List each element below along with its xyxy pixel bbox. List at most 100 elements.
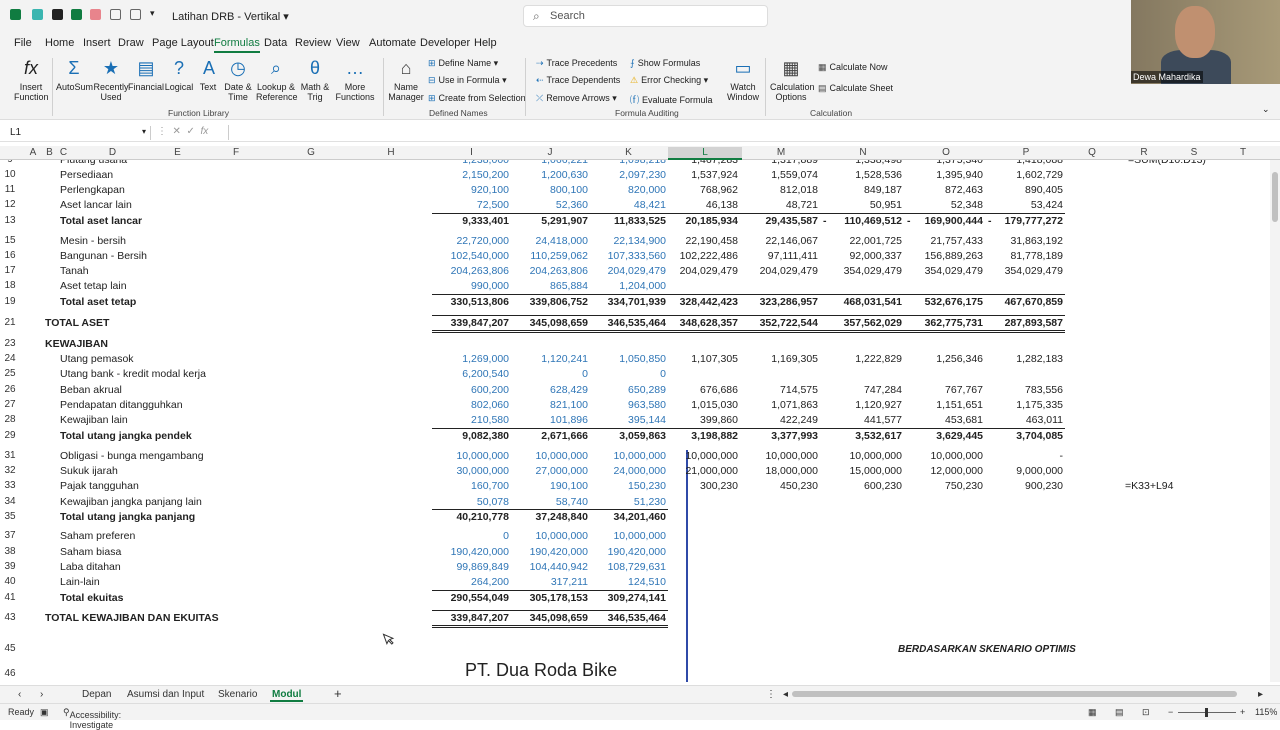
cell-i-34[interactable]: 50,078 xyxy=(477,496,509,508)
sheet-tab-asumsi-dan-input[interactable]: Asumsi dan Input xyxy=(127,689,204,700)
cell-i-41[interactable]: 290,554,049 xyxy=(451,592,509,604)
cell-o-11[interactable]: 872,463 xyxy=(945,184,983,196)
vertical-scrollbar[interactable] xyxy=(1270,160,1280,682)
zoom-slider-thumb[interactable] xyxy=(1205,708,1208,717)
cell-o-28[interactable]: 453,681 xyxy=(945,414,983,426)
cell-o-31[interactable]: 10,000,000 xyxy=(930,450,983,462)
cell-o-12[interactable]: 52,348 xyxy=(951,199,983,211)
cell-l-13[interactable]: 20,185,934 xyxy=(685,215,738,227)
cell-k-39[interactable]: 108,729,631 xyxy=(608,561,666,573)
cell-m-21[interactable]: 352,722,544 xyxy=(760,317,818,329)
row-label[interactable]: Saham preferen xyxy=(60,530,135,542)
remove-arrows-button[interactable]: ⤫ Remove Arrows ▾ xyxy=(536,93,617,104)
cell-i-25[interactable]: 6,200,540 xyxy=(462,368,509,380)
row-header[interactable]: 38 xyxy=(0,546,20,557)
cell-l-27[interactable]: 1,015,030 xyxy=(691,399,738,411)
cell-k-32[interactable]: 24,000,000 xyxy=(613,465,666,477)
cell-o-21[interactable]: 362,775,731 xyxy=(925,317,983,329)
cell-l-28[interactable]: 399,860 xyxy=(700,414,738,426)
row-label[interactable]: Saham biasa xyxy=(60,546,121,558)
horizontal-scroll-thumb[interactable] xyxy=(792,691,1237,697)
lib-button-text[interactable]: A Text xyxy=(197,56,219,92)
cell-m-32[interactable]: 18,000,000 xyxy=(765,465,818,477)
cell-p-24[interactable]: 1,282,183 xyxy=(1016,353,1063,365)
next-sheet-icon[interactable]: › xyxy=(40,689,43,700)
row-header[interactable]: 37 xyxy=(0,530,20,541)
cell-j-16[interactable]: 110,259,062 xyxy=(530,250,588,262)
cell-j-39[interactable]: 104,440,942 xyxy=(530,561,588,573)
cell-n-10[interactable]: 1,528,536 xyxy=(855,169,902,181)
column-header-r[interactable]: R xyxy=(1118,147,1170,158)
row-header[interactable]: 29 xyxy=(0,430,20,441)
green-icon[interactable] xyxy=(71,9,82,20)
cell-j-24[interactable]: 1,120,241 xyxy=(541,353,588,365)
cell-o-27[interactable]: 1,151,651 xyxy=(936,399,983,411)
cell-p-19[interactable]: 467,670,859 xyxy=(1005,296,1063,308)
row-label[interactable]: KEWAJIBAN xyxy=(45,338,108,350)
row-header[interactable]: 16 xyxy=(0,250,20,261)
cell-k-9[interactable]: 1,098,218 xyxy=(619,160,666,166)
row-label[interactable]: Total aset lancar xyxy=(60,215,142,227)
cell-n-29[interactable]: 3,532,617 xyxy=(855,430,902,442)
normal-view-icon[interactable]: ▦ xyxy=(1088,707,1097,718)
save-icon[interactable] xyxy=(52,9,63,20)
cell-j-37[interactable]: 10,000,000 xyxy=(535,530,588,542)
cell-i-16[interactable]: 102,540,000 xyxy=(451,250,509,262)
scroll-left-icon[interactable]: ◂ xyxy=(783,689,788,700)
watch-window-button[interactable]: ▭ Watch Window xyxy=(726,56,760,102)
cell-o-9[interactable]: 1,375,340 xyxy=(936,160,983,166)
cell-m-26[interactable]: 714,575 xyxy=(780,384,818,396)
column-header-j[interactable]: J xyxy=(511,147,589,158)
cell-l-33[interactable]: 300,230 xyxy=(700,480,738,492)
cell-j-13[interactable]: 5,291,907 xyxy=(541,215,588,227)
menu-data[interactable]: Data xyxy=(264,37,287,49)
row-header[interactable]: 26 xyxy=(0,384,20,395)
cell-n-33[interactable]: 600,230 xyxy=(864,480,902,492)
cell-i-32[interactable]: 30,000,000 xyxy=(456,465,509,477)
cell-l-11[interactable]: 768,962 xyxy=(700,184,738,196)
menu-review[interactable]: Review xyxy=(295,37,331,49)
sheet-tab-modul[interactable]: Modul xyxy=(270,689,304,702)
column-header-a[interactable]: A xyxy=(24,147,42,158)
row-label[interactable]: Sukuk ijarah xyxy=(60,465,118,477)
cell-l-29[interactable]: 3,198,882 xyxy=(691,430,738,442)
cell-j-31[interactable]: 10,000,000 xyxy=(535,450,588,462)
cell-j-26[interactable]: 628,429 xyxy=(550,384,588,396)
cell-k-26[interactable]: 650,289 xyxy=(628,384,666,396)
cell-i-28[interactable]: 210,580 xyxy=(471,414,509,426)
cell-k-11[interactable]: 820,000 xyxy=(628,184,666,196)
cell-n-28[interactable]: 441,577 xyxy=(864,414,902,426)
column-header-d[interactable]: D xyxy=(70,147,155,158)
cell-l-10[interactable]: 1,537,924 xyxy=(691,169,738,181)
page-break-icon[interactable]: ⊡ xyxy=(1142,707,1150,718)
row-header[interactable]: 41 xyxy=(0,592,20,603)
column-header-e[interactable]: E xyxy=(155,147,200,158)
row-label[interactable]: Kewajiban jangka panjang lain xyxy=(60,496,202,508)
row-label[interactable]: Aset lancar lain xyxy=(60,199,132,211)
cell-k-37[interactable]: 10,000,000 xyxy=(613,530,666,542)
row-header[interactable]: 39 xyxy=(0,561,20,572)
lib-button-logical[interactable]: ? Logical xyxy=(164,56,194,92)
row-header[interactable]: 21 xyxy=(0,317,20,328)
cell-i-24[interactable]: 1,269,000 xyxy=(462,353,509,365)
cell-p-28[interactable]: 463,011 xyxy=(1026,414,1063,426)
row-label[interactable]: Pajak tangguhan xyxy=(60,480,139,492)
row-label[interactable]: Beban akrual xyxy=(60,384,122,396)
row-label[interactable]: Kewajiban lain xyxy=(60,414,128,426)
zoom-in-icon[interactable]: + xyxy=(1240,707,1245,717)
column-header-o[interactable]: O xyxy=(906,147,986,158)
cell-i-39[interactable]: 99,869,849 xyxy=(456,561,509,573)
row-label[interactable]: Bangunan - Bersih xyxy=(60,250,147,262)
name-manager-button[interactable]: ⌂ Name Manager xyxy=(388,56,424,102)
macro-icon[interactable]: ▣ xyxy=(40,707,49,718)
cell-p-29[interactable]: 3,704,085 xyxy=(1016,430,1063,442)
trace-precedents-button[interactable]: ⇢ Trace Precedents xyxy=(536,58,617,69)
cell-p-13[interactable]: 179,777,272 xyxy=(1005,215,1063,227)
menu-home[interactable]: Home xyxy=(45,37,74,49)
row-label[interactable]: Pendapatan ditangguhkan xyxy=(60,399,183,411)
cell-o-16[interactable]: 156,889,263 xyxy=(925,250,983,262)
row-label[interactable]: Persediaan xyxy=(60,169,113,181)
cell-i-43[interactable]: 339,847,207 xyxy=(451,612,509,624)
cell-i-9[interactable]: 1,238,000 xyxy=(462,160,509,166)
cell-j-19[interactable]: 339,806,752 xyxy=(530,296,588,308)
